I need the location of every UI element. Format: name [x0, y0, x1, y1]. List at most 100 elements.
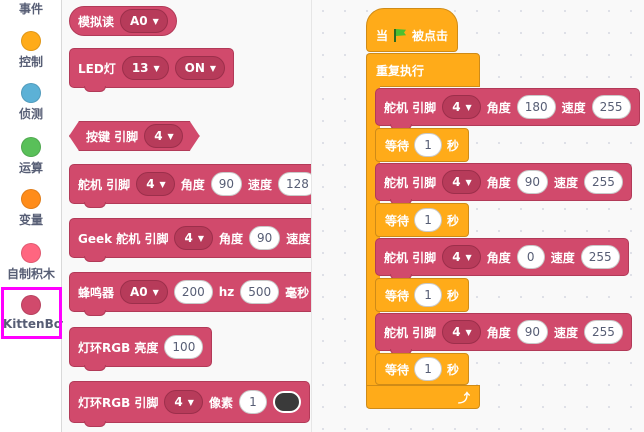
- angle-input[interactable]: 90: [516, 170, 548, 194]
- geek-servo-block[interactable]: Geek 舵机 引脚 4▼ 角度 90 速度 128: [69, 218, 311, 262]
- seconds-label: 秒: [447, 288, 460, 303]
- category-sensing[interactable]: 侦测: [0, 80, 62, 132]
- button-block[interactable]: 按键 引脚 4 ▼: [69, 121, 200, 151]
- angle-input[interactable]: 90: [249, 226, 281, 250]
- pin-dropdown[interactable]: 4 ▼: [144, 124, 183, 148]
- green-flag-icon: [393, 28, 407, 42]
- speed-label: 速度: [286, 231, 311, 246]
- led-block[interactable]: LED灯 13 ▼ ON ▼: [69, 48, 235, 92]
- block-label: 舵机 引脚: [384, 325, 437, 340]
- pin-dropdown[interactable]: 4 ▼: [442, 245, 481, 269]
- color-swatch[interactable]: [272, 391, 301, 413]
- pin-dropdown[interactable]: 4 ▼: [442, 170, 481, 194]
- sensing-dot-icon: [21, 83, 41, 103]
- block-label: Geek 舵机 引脚: [78, 231, 169, 246]
- block-label: 灯环RGB 亮度: [78, 340, 159, 355]
- speed-input[interactable]: 255: [584, 170, 623, 194]
- pin-dropdown[interactable]: 4 ▼: [136, 172, 175, 196]
- when-flag-clicked-block[interactable]: 当 被点击: [366, 8, 459, 52]
- servo-block[interactable]: 舵机 引脚 4 ▼ 角度 0 速度 255: [375, 238, 629, 280]
- servo-block[interactable]: 舵机 引脚 4 ▼ 角度 90 速度 128: [69, 164, 311, 208]
- category-my-blocks[interactable]: 自制积木: [0, 240, 62, 292]
- wait-block[interactable]: 等待 1 秒: [375, 278, 470, 312]
- script-workspace[interactable]: 当 被点击 重复执行 ⤴ 舵机 引脚 4 ▼ 角度 180 速度 255 等待 1…: [312, 0, 644, 432]
- chevron-down-icon: ▼: [197, 233, 204, 243]
- pin-dropdown[interactable]: 4 ▼: [442, 95, 481, 119]
- speed-input[interactable]: 128: [278, 172, 311, 196]
- chevron-down-icon: ▼: [153, 63, 160, 73]
- brightness-input[interactable]: 100: [164, 335, 204, 359]
- block-label: 按键 引脚: [86, 129, 139, 144]
- wait-seconds-input[interactable]: 1: [414, 208, 443, 232]
- hat-when-label: 当: [376, 28, 389, 43]
- wait-label: 等待: [385, 288, 410, 303]
- speed-label: 速度: [561, 100, 586, 115]
- angle-label: 角度: [180, 177, 205, 192]
- wait-seconds-input[interactable]: 1: [414, 283, 443, 307]
- angle-label: 角度: [486, 325, 511, 340]
- category-operators[interactable]: 运算: [0, 134, 62, 186]
- pin-dropdown[interactable]: A0 ▼: [120, 9, 168, 33]
- wait-block[interactable]: 等待 1 秒: [375, 353, 470, 385]
- servo-block[interactable]: 舵机 引脚 4 ▼ 角度 180 速度 255: [375, 88, 640, 130]
- speed-input[interactable]: 255: [580, 245, 620, 269]
- speed-input[interactable]: 255: [584, 320, 623, 344]
- speed-input[interactable]: 255: [591, 95, 631, 119]
- buzzer-block[interactable]: 蜂鸣器 A0 ▼ 200 hz 500 毫秒: [69, 272, 311, 316]
- category-label: 事件: [18, 2, 43, 16]
- block-label: 舵机 引脚: [78, 177, 131, 192]
- category-control[interactable]: 控制: [0, 28, 62, 80]
- pin-dropdown[interactable]: 4 ▼: [164, 390, 203, 414]
- frequency-input[interactable]: 200: [173, 280, 213, 304]
- seconds-label: 秒: [447, 362, 460, 377]
- pin-dropdown[interactable]: 13 ▼: [121, 56, 169, 80]
- state-dropdown[interactable]: ON ▼: [174, 56, 226, 80]
- block-label: 舵机 引脚: [384, 175, 437, 190]
- dropdown-value: 4: [452, 250, 461, 264]
- forever-loop-block[interactable]: 重复执行: [366, 53, 480, 87]
- wait-seconds-input[interactable]: 1: [414, 357, 443, 381]
- dropdown-value: 4: [154, 129, 163, 143]
- chevron-down-icon: ▼: [465, 102, 472, 112]
- chevron-down-icon: ▼: [167, 131, 174, 141]
- category-variables[interactable]: 变量: [0, 186, 62, 238]
- angle-label: 角度: [486, 250, 511, 265]
- wait-seconds-input[interactable]: 1: [414, 133, 443, 157]
- my-blocks-dot-icon: [21, 243, 41, 263]
- operators-dot-icon: [21, 137, 41, 157]
- chevron-down-icon: ▼: [187, 397, 194, 407]
- wait-label: 等待: [385, 138, 410, 153]
- category-label: 控制: [18, 55, 43, 69]
- servo-block[interactable]: 舵机 引脚 4 ▼ 角度 90 速度 255: [375, 163, 632, 205]
- analog-read-block[interactable]: 模拟读 A0 ▼: [69, 6, 177, 36]
- duration-input[interactable]: 500: [240, 280, 280, 304]
- loop-arrow-icon: ⤴: [457, 390, 470, 405]
- dropdown-value: 4: [174, 395, 183, 409]
- chevron-down-icon: ▼: [465, 327, 472, 337]
- ring-pixel-block[interactable]: 灯环RGB 引脚 4 ▼ 像素 1: [69, 381, 310, 427]
- servo-block[interactable]: 舵机 引脚 4 ▼ 角度 90 速度 255: [375, 313, 632, 355]
- wait-block[interactable]: 等待 1 秒: [375, 203, 470, 237]
- angle-input[interactable]: 90: [210, 172, 242, 196]
- angle-input[interactable]: 90: [516, 320, 548, 344]
- pixel-input[interactable]: 1: [238, 390, 267, 414]
- speed-label: 速度: [550, 250, 575, 265]
- chevron-down-icon: ▼: [159, 179, 166, 189]
- ring-brightness-block[interactable]: 灯环RGB 亮度 100: [69, 327, 213, 371]
- dropdown-value: 4: [184, 231, 193, 245]
- chevron-down-icon: ▼: [152, 16, 159, 26]
- angle-input[interactable]: 0: [516, 245, 545, 269]
- dropdown-value: 4: [146, 177, 155, 191]
- pin-dropdown[interactable]: A0 ▼: [120, 280, 168, 304]
- category-label: 变量: [18, 213, 43, 227]
- chevron-down-icon: ▼: [465, 252, 472, 262]
- block-label: 模拟读: [78, 14, 115, 29]
- chevron-down-icon: ▼: [465, 177, 472, 187]
- angle-input[interactable]: 180: [516, 95, 556, 119]
- speed-label: 速度: [554, 175, 579, 190]
- wait-block[interactable]: 等待 1 秒: [375, 128, 470, 162]
- dropdown-value: ON: [184, 61, 205, 75]
- dropdown-value: 13: [131, 61, 149, 75]
- pin-dropdown[interactable]: 4 ▼: [174, 226, 213, 250]
- pin-dropdown[interactable]: 4 ▼: [442, 320, 481, 344]
